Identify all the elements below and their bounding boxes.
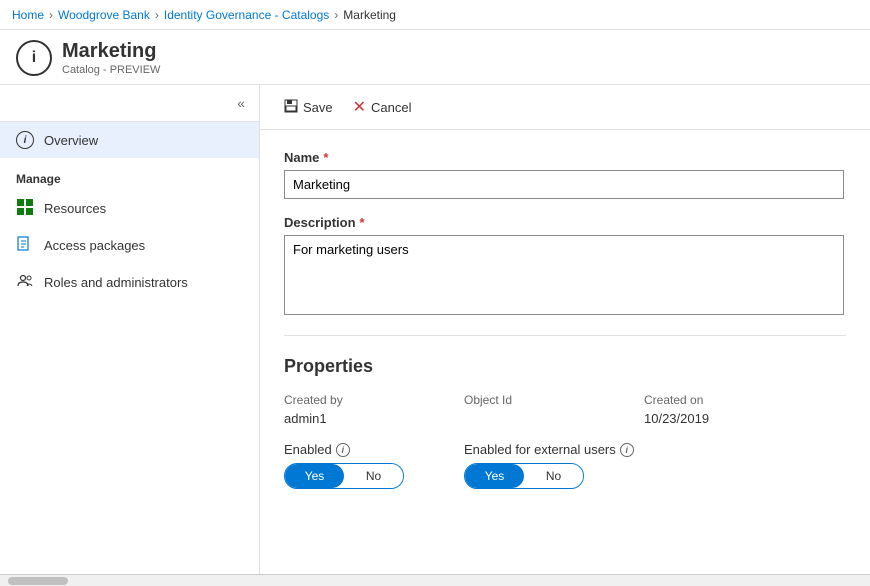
content-area: Save ✕ Cancel Name * Description * — [260, 85, 870, 583]
header-icon: i — [16, 40, 52, 76]
ext-users-label: Enabled for external users i — [464, 442, 634, 457]
prop-created-on-header: Created on — [644, 393, 824, 407]
main-layout: « i Overview Manage Resources — [0, 85, 870, 583]
enabled-toggle[interactable]: Yes No — [284, 463, 404, 489]
sidebar-item-access-packages[interactable]: Access packages — [0, 227, 259, 264]
roles-icon — [16, 273, 34, 292]
ext-users-toggle-group: Enabled for external users i Yes No — [464, 442, 634, 489]
save-label: Save — [303, 100, 333, 115]
prop-created-by: Created by admin1 — [284, 393, 464, 426]
sidebar-manage-label: Manage — [0, 158, 259, 190]
description-label: Description * — [284, 215, 846, 230]
name-required-marker: * — [323, 150, 328, 165]
prop-created-by-value: admin1 — [284, 411, 464, 426]
section-divider — [284, 335, 846, 336]
prop-object-id: Object Id — [464, 393, 644, 426]
sidebar: « i Overview Manage Resources — [0, 85, 260, 583]
sidebar-collapse-bar: « — [0, 85, 259, 122]
breadcrumb-sep-2: › — [155, 8, 159, 22]
header-text: Marketing Catalog - PREVIEW — [62, 40, 160, 76]
enabled-no[interactable]: No — [344, 464, 403, 488]
breadcrumb-home[interactable]: Home — [12, 8, 44, 22]
sidebar-access-packages-label: Access packages — [44, 238, 145, 253]
properties-title: Properties — [284, 356, 846, 377]
cancel-button[interactable]: ✕ Cancel — [345, 93, 420, 121]
enabled-label: Enabled i — [284, 442, 404, 457]
prop-created-on-value: 10/23/2019 — [644, 411, 824, 426]
sidebar-item-roles[interactable]: Roles and administrators — [0, 264, 259, 301]
resources-icon — [16, 199, 34, 218]
breadcrumb-woodgrove[interactable]: Woodgrove Bank — [58, 8, 150, 22]
name-label: Name * — [284, 150, 846, 165]
description-form-group: Description * — [284, 215, 846, 315]
description-textarea[interactable] — [284, 235, 844, 315]
page-subtitle: Catalog - PREVIEW — [62, 64, 160, 76]
breadcrumb-sep-1: › — [49, 8, 53, 22]
prop-object-id-header: Object Id — [464, 393, 644, 407]
bottom-scrollbar — [0, 574, 870, 586]
sidebar-overview-label: Overview — [44, 133, 98, 148]
ext-users-toggle[interactable]: Yes No — [464, 463, 584, 489]
name-form-group: Name * — [284, 150, 846, 199]
enabled-toggle-group: Enabled i Yes No — [284, 442, 404, 489]
breadcrumb-sep-3: › — [334, 8, 338, 22]
cancel-icon: ✕ — [353, 97, 366, 117]
prop-created-on: Created on 10/23/2019 — [644, 393, 824, 426]
ext-no[interactable]: No — [524, 464, 583, 488]
scrollbar-thumb[interactable] — [8, 577, 68, 585]
form-area: Name * Description * Properties Created … — [260, 130, 870, 509]
breadcrumb-current: Marketing — [343, 8, 396, 22]
ext-yes[interactable]: Yes — [465, 464, 524, 488]
save-button[interactable]: Save — [276, 95, 341, 120]
sidebar-roles-label: Roles and administrators — [44, 275, 188, 290]
cancel-label: Cancel — [371, 100, 411, 115]
prop-created-by-header: Created by — [284, 393, 464, 407]
save-icon — [284, 99, 298, 116]
header-icon-char: i — [32, 49, 36, 67]
sidebar-resources-label: Resources — [44, 201, 106, 216]
enabled-yes[interactable]: Yes — [285, 464, 344, 488]
desc-required-marker: * — [360, 215, 365, 230]
overview-icon: i — [16, 131, 34, 149]
collapse-button[interactable]: « — [233, 93, 249, 113]
toggles-row: Enabled i Yes No Enabled for external us… — [284, 442, 846, 489]
breadcrumb-ig-catalogs[interactable]: Identity Governance - Catalogs — [164, 8, 329, 22]
properties-grid: Created by admin1 Object Id Created on 1… — [284, 393, 846, 426]
toolbar: Save ✕ Cancel — [260, 85, 870, 130]
access-packages-icon — [16, 236, 34, 255]
sidebar-item-overview[interactable]: i Overview — [0, 122, 259, 158]
page-header: i Marketing Catalog - PREVIEW — [0, 30, 870, 85]
breadcrumb: Home › Woodgrove Bank › Identity Governa… — [0, 0, 870, 30]
page-title: Marketing — [62, 40, 160, 63]
name-input[interactable] — [284, 170, 844, 199]
enabled-info-icon[interactable]: i — [336, 443, 350, 457]
ext-users-info-icon[interactable]: i — [620, 443, 634, 457]
sidebar-item-resources[interactable]: Resources — [0, 190, 259, 227]
